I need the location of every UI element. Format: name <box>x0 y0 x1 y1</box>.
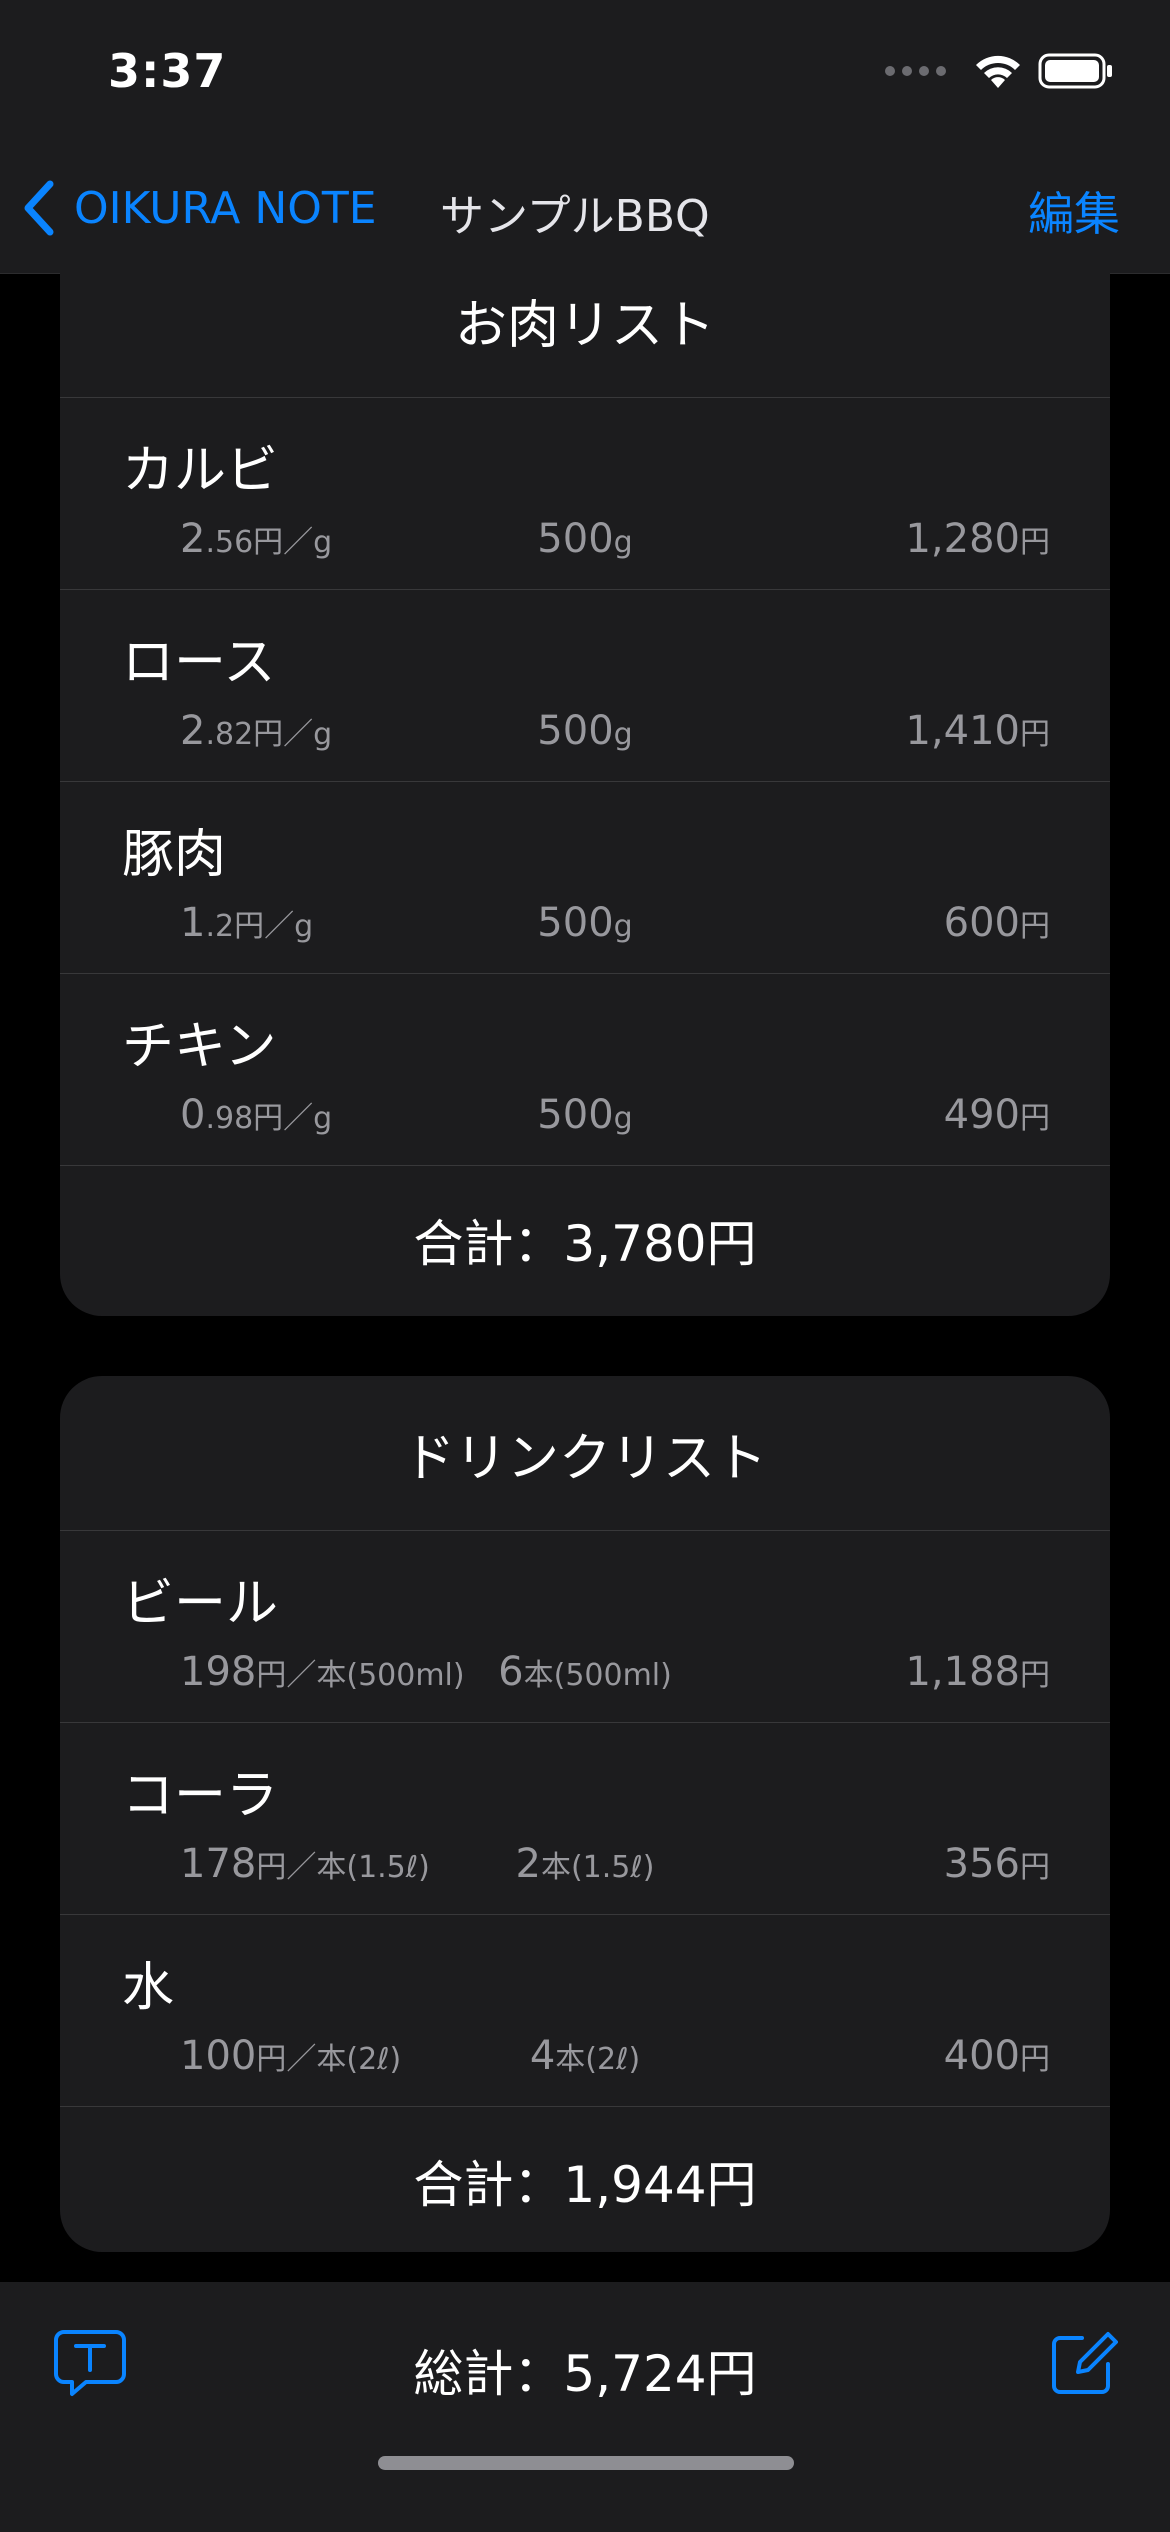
drink-list-card: ドリンクリスト ビール 198円／本(500ml) 6本(500ml) 1,18… <box>60 1376 1110 2252</box>
back-button-label: OIKURA NOTE <box>74 182 377 234</box>
item-name: チキン <box>122 1017 277 1077</box>
item-price: 1,280円 <box>905 516 1050 562</box>
list-item[interactable]: コーラ 178円／本(1.5ℓ) 2本(1.5ℓ) 356円 <box>60 1723 1110 1915</box>
compose-icon[interactable] <box>1048 2328 1118 2398</box>
item-name: ビール <box>122 1574 279 1634</box>
item-price: 600円 <box>943 900 1050 946</box>
status-bar: 3:37 <box>0 0 1170 150</box>
item-name: コーラ <box>122 1766 279 1826</box>
item-name: ロース <box>122 633 276 693</box>
meat-list-title: お肉リスト <box>60 244 1110 398</box>
status-time: 3:37 <box>108 44 227 98</box>
drink-list-title: ドリンクリスト <box>60 1376 1110 1531</box>
chevron-left-icon <box>24 180 54 236</box>
item-name: 水 <box>122 1958 175 2018</box>
page-title: サンプルBBQ <box>440 191 710 242</box>
wifi-icon <box>976 55 1020 88</box>
item-price: 400円 <box>943 2033 1050 2079</box>
item-name: カルビ <box>122 441 279 501</box>
item-name: 豚肉 <box>122 825 227 885</box>
item-price: 490円 <box>943 1092 1050 1138</box>
list-item[interactable]: 豚肉 1.2円／g 500g 600円 <box>60 782 1110 974</box>
list-item[interactable]: ロース 2.82円／g 500g 1,410円 <box>60 590 1110 782</box>
cellular-signal-icon <box>885 66 946 76</box>
drink-subtotal: 合計：1,944円 <box>413 2156 757 2214</box>
bottom-toolbar: 総計：5,724円 <box>0 2282 1170 2532</box>
list-item[interactable]: チキン 0.98円／g 500g 490円 <box>60 974 1110 1166</box>
meat-list-card: お肉リスト カルビ 2.56円／g 500g 1,280円 ロース 2.82円／… <box>60 244 1110 1316</box>
list-item[interactable]: ビール 198円／本(500ml) 6本(500ml) 1,188円 <box>60 1531 1110 1723</box>
battery-icon <box>1038 53 1112 89</box>
back-button[interactable]: OIKURA NOTE <box>22 180 377 236</box>
edit-button[interactable]: 編集 <box>1028 178 1120 244</box>
status-icons <box>885 52 1114 90</box>
home-indicator <box>378 2456 794 2470</box>
grand-total: 総計：5,724円 <box>413 2345 757 2403</box>
item-price: 356円 <box>943 1841 1050 1887</box>
item-price: 1,188円 <box>905 1649 1050 1695</box>
list-item[interactable]: カルビ 2.56円／g 500g 1,280円 <box>60 398 1110 590</box>
item-price: 1,410円 <box>905 708 1050 754</box>
meat-subtotal: 合計：3,780円 <box>413 1215 757 1273</box>
list-item[interactable]: 水 100円／本(2ℓ) 4本(2ℓ) 400円 <box>60 1915 1110 2107</box>
